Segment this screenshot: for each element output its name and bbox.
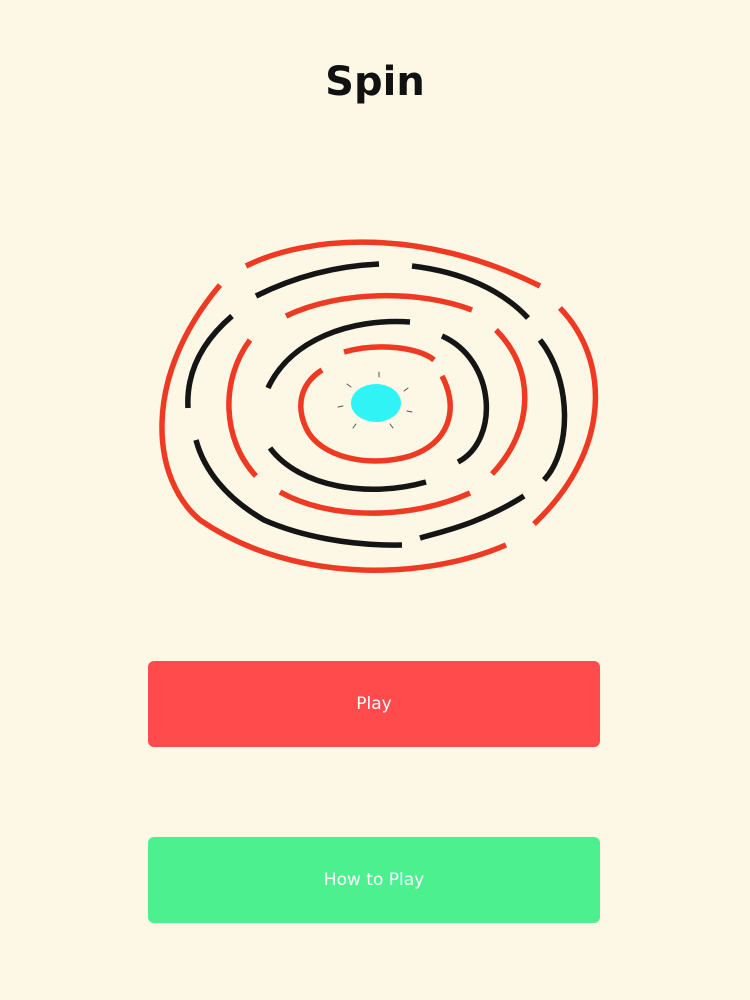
maze-ring-2-arc — [193, 439, 403, 548]
ball-icon — [337, 371, 413, 429]
maze-ring-2-arc — [419, 493, 526, 541]
maze-ring-3-arc — [284, 293, 473, 319]
maze-ring-3-arc — [226, 338, 259, 478]
play-button[interactable]: Play — [148, 661, 600, 747]
maze-ring-4-arc — [267, 446, 427, 493]
maze-ring-3-arc — [278, 489, 472, 516]
how-to-play-button[interactable]: How to Play — [148, 837, 600, 923]
maze-ring-4-arc — [265, 318, 411, 390]
maze-ring-2-arc — [185, 313, 234, 409]
maze-ring-2-arc — [537, 338, 568, 482]
maze-ring-5-arc — [343, 344, 436, 363]
maze-ring-2-arc — [254, 261, 380, 299]
maze-ring-3-arc — [490, 328, 528, 476]
